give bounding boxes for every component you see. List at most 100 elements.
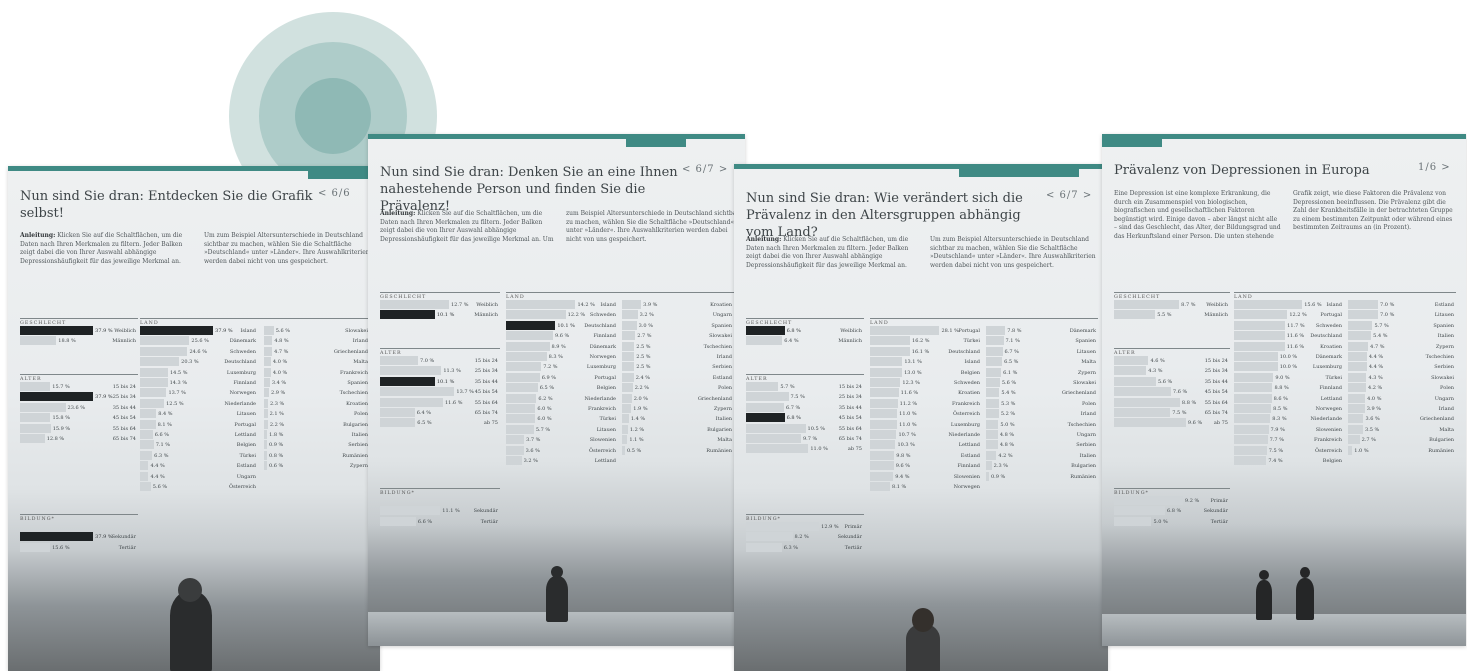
country-row[interactable]: 7.0 % Litauen <box>1348 310 1456 320</box>
country-row[interactable]: 0.9 % Serbien <box>264 440 370 450</box>
gender-row[interactable]: 6.4 % Männlich <box>746 336 864 346</box>
country-row[interactable]: 8.3 % Norwegen <box>506 352 618 361</box>
gender-row[interactable]: 10.1 % Männlich <box>380 310 500 320</box>
education-row[interactable]: 15.6 % Tertiär <box>20 542 138 552</box>
country-row[interactable]: 4.2 % Italien <box>986 450 1098 460</box>
country-row[interactable]: 3.7 % Slowenien <box>506 435 618 445</box>
country-row[interactable]: 5.7 % Spanien <box>1348 320 1456 330</box>
country-row[interactable]: 10.3 % Lettland <box>870 440 982 450</box>
age-row[interactable]: 12.8 % 65 bis 74 <box>20 434 138 443</box>
age-row[interactable]: 11.3 % 25 bis 34 <box>380 366 500 376</box>
country-row[interactable]: 5.2 % Irland <box>986 409 1098 419</box>
country-row[interactable]: 13.0 % Belgien <box>870 367 982 377</box>
age-row[interactable]: 5.7 % 15 bis 24 <box>746 382 864 391</box>
age-row[interactable]: 23.6 % 35 bis 44 <box>20 402 138 412</box>
country-row[interactable]: 6.9 % Portugal <box>506 372 618 382</box>
country-row[interactable]: 1.2 % Bulgarien <box>622 424 734 434</box>
country-row[interactable]: 2.4 % Estland <box>622 372 734 382</box>
country-row[interactable]: 6.1 % Zypern <box>986 367 1098 377</box>
country-row[interactable]: 2.7 % Bulgarien <box>1348 435 1456 445</box>
country-row[interactable]: 37.9 % Island <box>140 326 258 335</box>
country-row[interactable]: 14.3 % Finnland <box>140 378 258 387</box>
country-row[interactable]: 12.3 % Schweden <box>870 378 982 387</box>
country-row[interactable]: 11.6 % Deutschland <box>1234 331 1344 341</box>
country-row[interactable]: 7.0 % Estland <box>1348 300 1456 309</box>
education-row[interactable]: 37.9 % Sekundär <box>20 532 138 542</box>
education-row[interactable]: 12.9 % Primär <box>746 522 864 531</box>
country-row[interactable]: 1.4 % Italien <box>622 414 734 424</box>
age-row[interactable]: 10.5 % 55 bis 64 <box>746 423 864 433</box>
country-row[interactable]: 3.9 % Irland <box>1348 404 1456 413</box>
slide-pagination[interactable]: 1/6 > <box>1418 162 1451 173</box>
country-row[interactable]: 8.4 % Litauen <box>140 409 258 419</box>
country-row[interactable]: 4.3 % Slowakei <box>1348 372 1456 382</box>
age-row[interactable]: 10.1 % 35 bis 44 <box>380 376 500 386</box>
country-row[interactable]: 3.6 % Österreich <box>506 445 618 455</box>
country-row[interactable]: 2.5 % Irland <box>622 352 734 361</box>
country-row[interactable]: 13.1 % Island <box>870 357 982 367</box>
country-row[interactable]: 5.6 % Slowakei <box>986 378 1098 387</box>
country-row[interactable]: 9.6 % Finnland <box>506 331 618 341</box>
country-row[interactable]: 2.1 % Polen <box>264 409 370 419</box>
country-row[interactable]: 6.5 % Belgien <box>506 383 618 393</box>
country-row[interactable]: 0.9 % Rumänien <box>986 471 1098 481</box>
country-row[interactable]: 13.7 % Norwegen <box>140 388 258 398</box>
country-row[interactable]: 4.4 % Tschechien <box>1348 352 1456 361</box>
country-row[interactable]: 16.2 % Türkei <box>870 336 982 346</box>
gender-row[interactable]: 8.7 % Weiblich <box>1114 300 1230 309</box>
country-row[interactable]: 5.0 % Tschechien <box>986 419 1098 429</box>
age-row[interactable]: 15.8 % 45 bis 54 <box>20 413 138 423</box>
country-row[interactable]: 12.5 % Niederlande <box>140 398 258 408</box>
country-row[interactable]: 4.0 % Malta <box>264 357 370 367</box>
country-row[interactable]: 11.7 % Schweden <box>1234 320 1344 330</box>
country-row[interactable]: 8.3 % Niederlande <box>1234 414 1344 424</box>
country-row[interactable]: 7.1 % Belgien <box>140 440 258 450</box>
age-row[interactable]: 13.7 % 45 bis 54 <box>380 387 500 397</box>
age-row[interactable]: 7.5 % 25 bis 34 <box>746 392 864 402</box>
age-row[interactable]: 7.0 % 15 bis 24 <box>380 356 500 365</box>
country-row[interactable]: 14.2 % Island <box>506 300 618 309</box>
country-row[interactable]: 2.2 % Polen <box>622 383 734 393</box>
country-row[interactable]: 14.5 % Luxemburg <box>140 367 258 377</box>
country-row[interactable]: 7.1 % Spanien <box>986 336 1098 346</box>
country-row[interactable]: 4.8 % Irland <box>264 336 370 346</box>
age-row[interactable]: 9.7 % 65 bis 74 <box>746 434 864 443</box>
country-row[interactable]: 5.3 % Polen <box>986 398 1098 408</box>
gender-row[interactable]: 12.7 % Weiblich <box>380 300 500 309</box>
age-row[interactable]: 4.3 % 25 bis 34 <box>1114 366 1230 376</box>
country-row[interactable]: 4.7 % Griechenland <box>264 346 370 356</box>
country-row[interactable]: 2.2 % Bulgarien <box>264 419 370 429</box>
age-row[interactable]: 6.7 % 35 bis 44 <box>746 402 864 412</box>
country-row[interactable]: 8.5 % Norwegen <box>1234 404 1344 413</box>
country-row[interactable]: 3.5 % Malta <box>1348 424 1456 434</box>
country-row[interactable]: 2.9 % Tschechien <box>264 388 370 398</box>
country-row[interactable]: 2.5 % Serbien <box>622 362 734 372</box>
country-row[interactable]: 10.7 % Niederlande <box>870 430 982 439</box>
country-row[interactable]: 9.4 % Slowenien <box>870 471 982 481</box>
country-row[interactable]: 3.0 % Spanien <box>622 320 734 330</box>
country-row[interactable]: 10.0 % Luxemburg <box>1234 362 1344 372</box>
country-row[interactable]: 5.6 % Österreich <box>140 482 258 491</box>
country-row[interactable]: 11.0 % Luxemburg <box>870 419 982 429</box>
country-row[interactable]: 8.8 % Finnland <box>1234 383 1344 393</box>
country-row[interactable]: 9.0 % Türkei <box>1234 372 1344 382</box>
country-row[interactable]: 3.4 % Spanien <box>264 378 370 387</box>
country-row[interactable]: 7.4 % Belgien <box>1234 456 1344 465</box>
country-row[interactable]: 4.4 % Serbien <box>1348 362 1456 372</box>
country-row[interactable]: 7.8 % Dänemark <box>986 326 1098 335</box>
education-row[interactable]: 5.0 % Tertiär <box>1114 516 1230 526</box>
age-row[interactable]: 5.6 % 35 bis 44 <box>1114 376 1230 386</box>
country-row[interactable]: 20.3 % Deutschland <box>140 357 258 367</box>
country-row[interactable]: 5.7 % Litauen <box>506 424 618 434</box>
education-row[interactable]: 9.2 % Primär <box>1114 496 1230 505</box>
country-row[interactable]: 0.5 % Rumänien <box>622 445 734 455</box>
country-row[interactable]: 6.0 % Türkei <box>506 414 618 424</box>
country-row[interactable]: 11.0 % Österreich <box>870 409 982 419</box>
age-row[interactable]: 6.4 % 65 bis 74 <box>380 408 500 417</box>
country-row[interactable]: 2.3 % Kroatien <box>264 398 370 408</box>
country-row[interactable]: 6.2 % Niederlande <box>506 393 618 403</box>
country-row[interactable]: 3.2 % Lettland <box>506 456 618 465</box>
country-row[interactable]: 0.8 % Rumänien <box>264 450 370 460</box>
country-row[interactable]: 7.7 % Frankreich <box>1234 435 1344 445</box>
education-row[interactable]: 11.1 % Sekundär <box>380 506 500 516</box>
